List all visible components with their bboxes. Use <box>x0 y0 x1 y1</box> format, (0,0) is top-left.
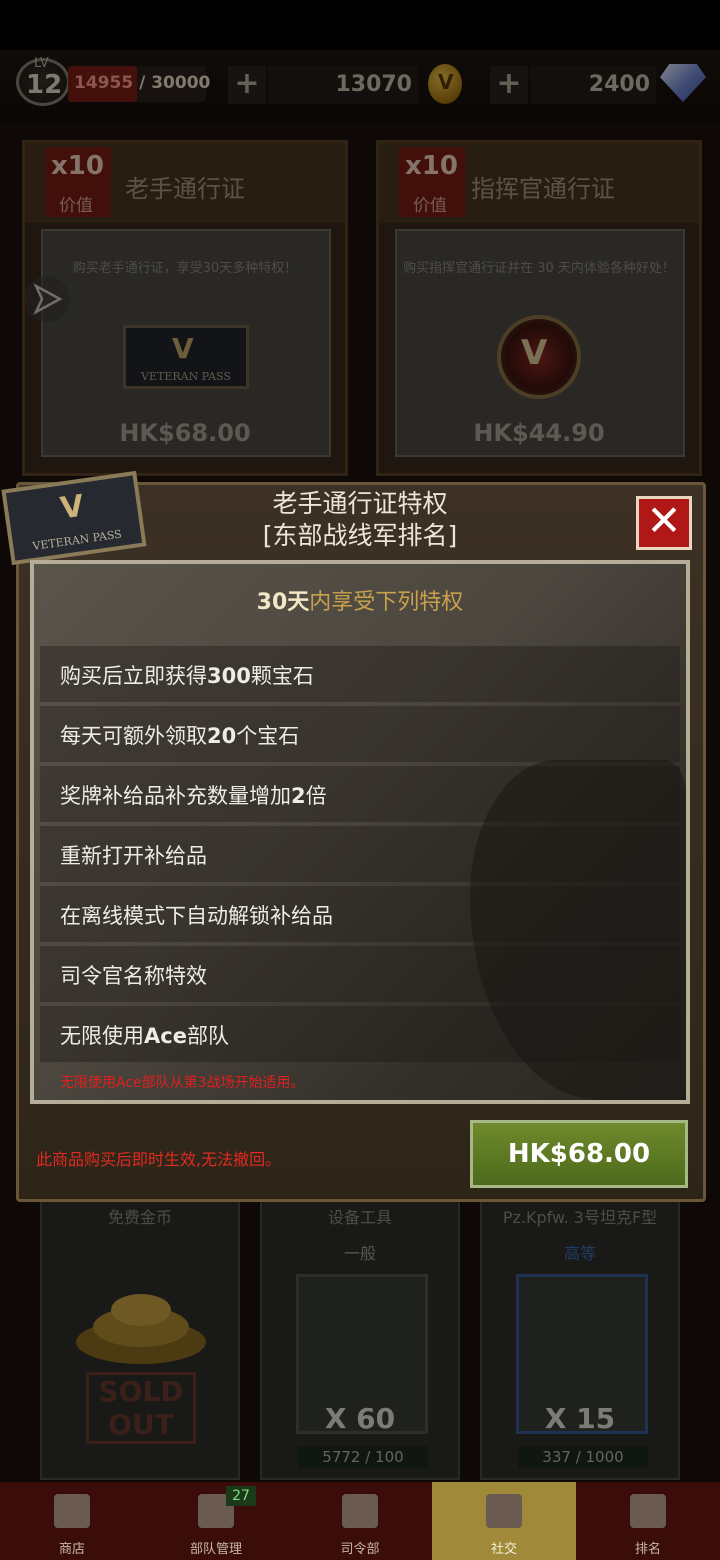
perk-days: 30天 <box>256 590 310 615</box>
dialog-title: 老手通行证特权 [东部战线军排名] <box>100 488 620 552</box>
perk-text: 每天可额外领取20个宝石 <box>60 724 300 748</box>
perk-text: 奖牌补给品补充数量增加2倍 <box>60 784 327 808</box>
nav-label: 部队管理 <box>189 1542 242 1557</box>
perk-text: 司令官名称特效 <box>60 964 207 988</box>
dialog-title-line2: [东部战线军排名] <box>262 521 458 550</box>
unit-count-badge: 27 <box>226 1486 256 1506</box>
close-button[interactable]: ✕ <box>636 496 692 550</box>
buy-button[interactable]: HK$68.00 <box>470 1120 688 1188</box>
perk-text: 无限使用Ace部队 <box>60 1024 229 1048</box>
people-icon <box>486 1494 522 1528</box>
hq-icon <box>342 1494 378 1528</box>
box-icon <box>54 1494 90 1528</box>
perk-header: 30天内享受下列特权 <box>34 584 686 616</box>
status-bar <box>0 0 720 50</box>
nav-label: 社交 <box>490 1542 517 1557</box>
nav-label: 商店 <box>58 1542 85 1557</box>
perk-footnote: 无限使用Ace部队从第3战场开始适用。 <box>60 1075 305 1091</box>
nav-label: 司令部 <box>340 1542 380 1557</box>
dialog-title-line1: 老手通行证特权 <box>272 489 448 518</box>
no-refund-warning: 此商品购买后即时生效,无法撤回。 <box>36 1150 282 1169</box>
nav-label: 排名 <box>634 1542 661 1557</box>
trophy-icon <box>630 1494 666 1528</box>
perk-header-text: 内享受下列特权 <box>309 590 464 615</box>
v-emblem-icon: V <box>58 488 87 527</box>
perk-text: 重新打开补给品 <box>60 844 207 868</box>
perk-text: 在离线模式下自动解锁补给品 <box>60 904 333 928</box>
perk-text: 购买后立即获得300颗宝石 <box>60 664 314 688</box>
